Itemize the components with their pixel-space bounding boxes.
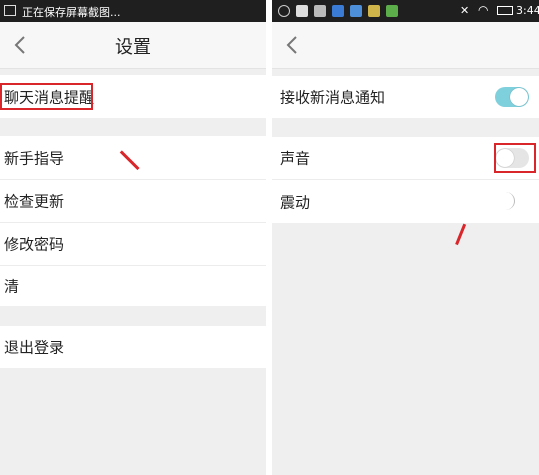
vibrate-toggle[interactable] bbox=[495, 191, 529, 211]
vibrate-item: 震动 bbox=[272, 180, 539, 223]
app-icon bbox=[314, 5, 326, 17]
logout-label: 退出登录 bbox=[4, 338, 65, 357]
receive-notification-item: 接收新消息通知 bbox=[272, 76, 539, 118]
navigation-bar: 设置 bbox=[0, 22, 266, 69]
clear-cache-label: 清 bbox=[4, 277, 20, 296]
wifi-icon: ◠ bbox=[478, 3, 489, 17]
screenshot-icon bbox=[4, 5, 16, 16]
toggle-knob bbox=[496, 192, 515, 210]
change-password-item[interactable]: 修改密码 bbox=[0, 223, 266, 265]
check-update-label: 检查更新 bbox=[4, 192, 65, 211]
app-icon bbox=[386, 5, 398, 17]
status-bar: 正在保存屏幕截图... bbox=[0, 0, 266, 22]
clock-text: 3:44 bbox=[516, 4, 539, 17]
beginner-guide-item[interactable]: 新手指导 bbox=[0, 136, 266, 179]
app-icon bbox=[296, 5, 308, 17]
status-text: 正在保存屏幕截图... bbox=[22, 6, 121, 19]
toggle-knob bbox=[510, 88, 528, 106]
clear-cache-item[interactable]: 清 bbox=[0, 266, 266, 306]
page-title: 设置 bbox=[115, 37, 151, 58]
navigation-bar bbox=[272, 22, 539, 69]
settings-screen: 正在保存屏幕截图... 设置 聊天消息提醒 新手指导 检查更新 修改密码 清 退… bbox=[0, 0, 266, 475]
logout-item[interactable]: 退出登录 bbox=[0, 326, 266, 368]
beginner-guide-label: 新手指导 bbox=[4, 149, 65, 167]
receive-notification-label: 接收新消息通知 bbox=[280, 88, 386, 107]
receive-notification-toggle[interactable] bbox=[495, 87, 529, 107]
battery-icon bbox=[497, 6, 513, 15]
status-bar: ✕ ◠ 3:44 bbox=[272, 0, 539, 22]
annotation-mark bbox=[455, 223, 467, 246]
back-arrow-icon[interactable] bbox=[282, 34, 304, 56]
highlight-box bbox=[494, 143, 536, 173]
vibrate-label: 震动 bbox=[280, 193, 311, 211]
silent-icon: ✕ bbox=[460, 4, 470, 17]
sound-label: 声音 bbox=[280, 149, 311, 168]
message-notification-screen: ✕ ◠ 3:44 接收新消息通知 声音 震动 bbox=[272, 0, 539, 475]
change-password-label: 修改密码 bbox=[4, 235, 65, 254]
check-update-item[interactable]: 检查更新 bbox=[0, 180, 266, 222]
highlight-box bbox=[0, 83, 93, 110]
app-icon bbox=[350, 5, 362, 17]
app-icon bbox=[278, 5, 290, 17]
app-icon bbox=[368, 5, 380, 17]
app-icon bbox=[332, 5, 344, 17]
